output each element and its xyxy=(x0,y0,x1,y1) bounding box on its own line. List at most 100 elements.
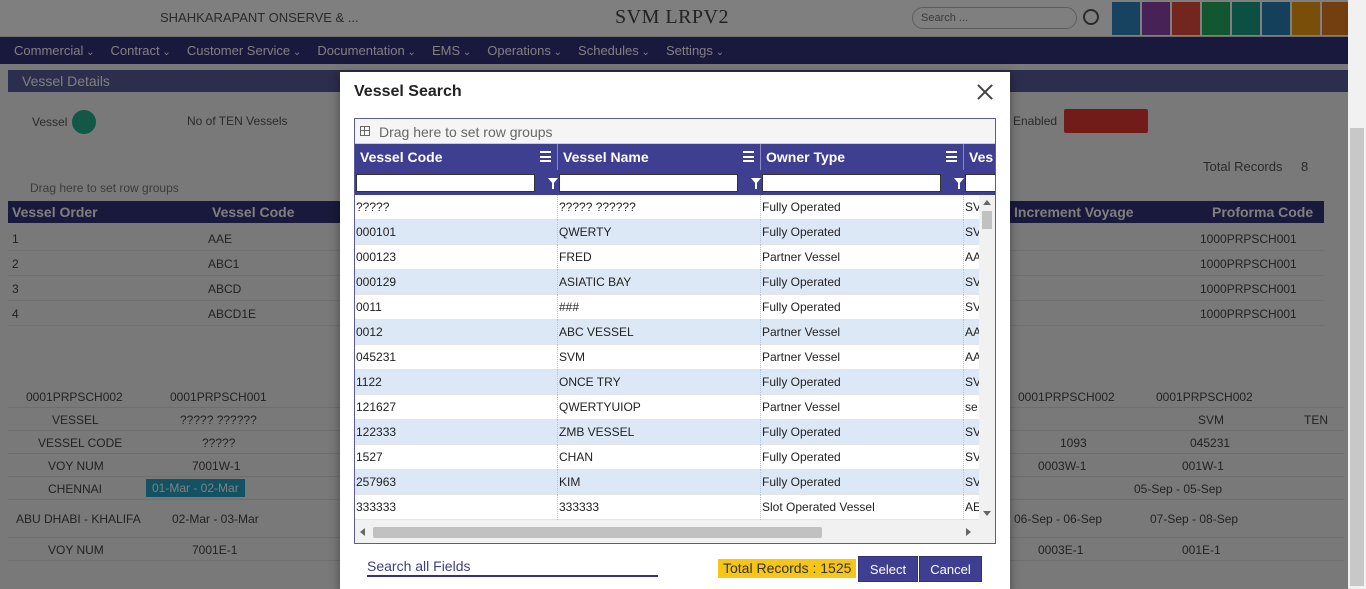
table-cell: ABC VESSEL xyxy=(558,320,761,345)
table-cell: se xyxy=(964,395,979,420)
table-cell: ### xyxy=(558,295,761,320)
table-row[interactable]: 121627 QWERTYUIOP Partner Vessel se xyxy=(355,395,979,420)
grid-header: Vessel Code Vessel Name Owner Type Ves xyxy=(355,144,995,170)
table-cell: 000101 xyxy=(355,220,558,245)
table-cell: SV xyxy=(964,420,979,445)
owner-type-filter-input[interactable] xyxy=(762,174,941,192)
table-row[interactable]: 0012ABC VESSELPartner VesselAA xyxy=(355,320,979,345)
table-cell: ASIATIC BAY xyxy=(558,270,761,295)
scroll-thumb[interactable] xyxy=(982,211,992,229)
filter-icon[interactable] xyxy=(751,178,761,189)
table-cell: 257963 xyxy=(355,470,558,495)
scroll-up-icon[interactable] xyxy=(983,200,991,205)
column-label: Vessel Name xyxy=(563,149,649,165)
table-cell: Fully Operated xyxy=(761,470,964,495)
row-group-hint: Drag here to set row groups xyxy=(379,124,553,140)
table-row[interactable]: 000129ASIATIC BAYFully OperatedSV xyxy=(355,270,979,295)
page-scrollbar-thumb[interactable] xyxy=(1350,128,1364,586)
table-cell: Partner Vessel xyxy=(761,395,964,420)
grid-horizontal-scrollbar[interactable] xyxy=(355,520,979,543)
table-cell: 121627 xyxy=(355,395,558,420)
table-cell: Partner Vessel xyxy=(761,345,964,370)
table-cell: SVM xyxy=(558,345,761,370)
table-cell: SV xyxy=(964,470,979,495)
column-menu-icon[interactable] xyxy=(540,151,551,162)
table-cell: SV xyxy=(964,295,979,320)
table-cell: FRED xyxy=(558,245,761,270)
grid-body: ?????????? ??????Fully OperatedSV000101Q… xyxy=(355,195,979,520)
column-header-vessel-code[interactable]: Vessel Code xyxy=(355,144,558,170)
table-row[interactable]: 000123FREDPartner VesselAA xyxy=(355,245,979,270)
table-cell: AA xyxy=(964,245,979,270)
table-cell: 333333 xyxy=(355,495,558,520)
table-cell: SV xyxy=(964,370,979,395)
table-cell: ????? ?????? xyxy=(558,195,761,220)
row-group-panel[interactable]: Drag here to set row groups xyxy=(355,119,995,144)
table-cell: KIM xyxy=(558,470,761,495)
filter-row xyxy=(355,170,995,195)
table-row[interactable]: 0011###Fully OperatedSV xyxy=(355,295,979,320)
table-cell: Fully Operated xyxy=(761,270,964,295)
table-cell: 1122 xyxy=(355,370,558,395)
close-icon[interactable] xyxy=(977,84,993,100)
vessel-name-filter-input[interactable] xyxy=(559,174,738,192)
table-row[interactable]: 000101QWERTYFully OperatedSV xyxy=(355,220,979,245)
vessel-code-filter-input[interactable] xyxy=(356,174,535,192)
table-row[interactable]: 257963KIMFully OperatedSV xyxy=(355,470,979,495)
scroll-right-icon[interactable] xyxy=(966,528,971,536)
search-all-fields-input[interactable] xyxy=(367,556,658,577)
table-cell: Partner Vessel xyxy=(761,320,964,345)
table-cell: Fully Operated xyxy=(761,370,964,395)
table-cell: Fully Operated xyxy=(761,295,964,320)
dialog-title: Vessel Search xyxy=(354,83,462,100)
scroll-thumb[interactable] xyxy=(373,527,822,538)
table-cell: AE xyxy=(964,495,979,520)
column-header-vessel-name[interactable]: Vessel Name xyxy=(558,144,761,170)
table-row[interactable]: ?????????? ??????Fully OperatedSV xyxy=(355,195,979,220)
column-menu-icon[interactable] xyxy=(743,151,754,162)
vessel-type-filter-input[interactable] xyxy=(965,174,995,192)
filter-cell xyxy=(964,170,995,195)
filter-icon[interactable] xyxy=(548,178,558,189)
table-cell: Fully Operated xyxy=(761,220,964,245)
table-cell: 122333 xyxy=(355,420,558,445)
column-label: Vessel Code xyxy=(360,149,443,165)
column-header-owner-type[interactable]: Owner Type xyxy=(761,144,964,170)
table-cell: AA xyxy=(964,320,979,345)
vessel-search-dialog: Vessel Search Drag here to set row group… xyxy=(340,72,1010,589)
table-cell: 0012 xyxy=(355,320,558,345)
select-button[interactable]: Select xyxy=(858,556,918,582)
column-label: Owner Type xyxy=(766,149,846,165)
table-cell: ONCE TRY xyxy=(558,370,761,395)
scroll-left-icon[interactable] xyxy=(360,528,365,536)
table-cell: 000129 xyxy=(355,270,558,295)
column-header-vessel-type[interactable]: Ves xyxy=(964,144,995,170)
table-cell: Fully Operated xyxy=(761,195,964,220)
vessel-grid: Drag here to set row groups Vessel Code … xyxy=(354,118,996,544)
table-cell: QWERTYUIOP xyxy=(558,395,761,420)
total-records-badge: Total Records : 1525 xyxy=(718,559,857,578)
table-row[interactable]: 1527CHANFully OperatedSV xyxy=(355,445,979,470)
scroll-down-icon[interactable] xyxy=(983,511,991,516)
table-cell: Slot Operated Vessel xyxy=(761,495,964,520)
table-cell: 000123 xyxy=(355,245,558,270)
table-cell: CHAN xyxy=(558,445,761,470)
column-menu-icon[interactable] xyxy=(946,151,957,162)
table-cell: Partner Vessel xyxy=(761,245,964,270)
table-row[interactable]: 1122ONCE TRYFully OperatedSV xyxy=(355,370,979,395)
table-row[interactable]: 045231SVMPartner VesselAA xyxy=(355,345,979,370)
table-cell: ZMB VESSEL xyxy=(558,420,761,445)
column-label: Ves xyxy=(969,149,994,165)
table-cell: QWERTY xyxy=(558,220,761,245)
table-cell: SV xyxy=(964,195,979,220)
cancel-button[interactable]: Cancel xyxy=(919,556,982,582)
table-cell: SV xyxy=(964,270,979,295)
filter-cell xyxy=(355,170,558,195)
table-row[interactable]: 122333ZMB VESSELFully OperatedSV xyxy=(355,420,979,445)
filter-icon[interactable] xyxy=(954,178,964,189)
table-row[interactable]: 333333333333Slot Operated VesselAE xyxy=(355,495,979,520)
table-cell: Fully Operated xyxy=(761,420,964,445)
filter-cell xyxy=(761,170,964,195)
row-group-icon xyxy=(360,126,370,136)
grid-vertical-scrollbar[interactable] xyxy=(979,195,995,520)
